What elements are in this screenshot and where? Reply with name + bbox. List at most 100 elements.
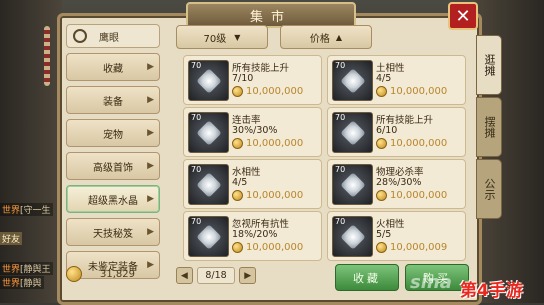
item-name: 物理必杀率 [376,167,424,178]
close-icon: ✕ [455,5,471,27]
sina-watermark: sina [410,272,452,293]
gem-icon [340,224,366,250]
coin-icon [232,86,243,97]
gem-icon [340,172,366,198]
crystal-icon: 70 [332,164,373,205]
sort-arrow-icon: ▲ [335,32,343,42]
chevron-right-icon: ▶ [147,95,154,105]
right-tab-bar: 逛摊 摆摊 公示 [476,35,502,221]
item-name: 火相性 [376,219,405,230]
item-price: 10,000,000 [232,190,303,201]
coin-icon [232,242,243,253]
crystal-icon: 70 [332,112,373,153]
coin-icon [376,138,387,149]
dropdown-arrow-icon: ▼ [234,32,241,42]
listing-card[interactable]: 70 所有技能上升 7/10 10,000,000 [183,55,322,105]
next-page-button[interactable]: ▶ [239,267,256,284]
listing-card[interactable]: 70 水相性 4/5 10,000,000 [183,159,322,209]
item-value: 6/10 [376,125,398,136]
category-super-black-crystal[interactable]: 超级黑水晶 ▶ [66,185,160,213]
item-level: 70 [335,217,346,226]
chat-channel-tag: 世界 [2,279,21,289]
chat-line[interactable]: 世界[守一生 [0,203,53,216]
coin-icon [232,138,243,149]
coin-icon [232,190,243,201]
chat-line[interactable]: 世界[静舆 [0,276,44,289]
gem-icon [196,172,222,198]
favorite-button[interactable]: 收藏 [335,264,399,291]
category-equipment[interactable]: 装备 ▶ [66,86,160,114]
listing-card[interactable]: 70 土相性 4/5 10,000,000 [327,55,466,105]
tab-announcements[interactable]: 公示 [476,159,502,219]
friends-button[interactable]: 好友 [0,232,23,245]
chat-line[interactable]: 世界[静舆王 [0,262,53,275]
prev-page-button[interactable]: ◀ [176,267,193,284]
category-label: 超级黑水晶 [88,195,138,207]
item-level: 70 [335,165,346,174]
item-value: 4/5 [232,177,248,188]
left-scenery [0,0,62,303]
money-display: 31,829 [66,265,160,283]
eagle-eye-search-button[interactable]: 鹰眼 [66,24,160,48]
listing-card[interactable]: 70 物理必杀率 28%/30% 10,000,000 [327,159,466,209]
category-favorites[interactable]: 收藏 ▶ [66,53,160,81]
item-price: 10,000,009 [376,242,447,253]
item-name: 土相性 [376,63,405,74]
tab-browse-stalls[interactable]: 逛摊 [476,35,502,95]
item-price: 10,000,000 [376,138,447,149]
item-level: 70 [191,61,202,70]
coin-icon [66,266,82,282]
price-text: 10,000,009 [390,242,448,253]
chevron-right-icon: ▶ [147,194,154,204]
gem-icon [340,68,366,94]
item-level: 70 [335,61,346,70]
chevron-right-icon: ▶ [147,128,154,138]
price-text: 10,000,000 [390,86,448,97]
tab-set-up-stall[interactable]: 摆摊 [476,97,502,157]
price-text: 10,000,000 [390,190,448,201]
listing-card[interactable]: 70 火相性 5/5 10,000,009 [327,211,466,261]
gem-icon [196,120,222,146]
category-label: 收藏 [103,63,123,75]
price-text: 10,000,000 [390,138,448,149]
item-name: 忽视所有抗性 [232,219,290,230]
brand-watermark: 第4手游 [460,281,523,301]
price-text: 10,000,000 [246,190,304,201]
item-value: 28%/30% [376,177,422,188]
chevron-right-icon: ▶ [147,161,154,171]
category-label: 高级首饰 [93,162,133,174]
listing-card[interactable]: 70 忽视所有抗性 18%/20% 10,000,000 [183,211,322,261]
price-text: 10,000,000 [246,138,304,149]
price-sort-button[interactable]: 价格 ▲ [280,25,372,49]
category-skill-manuals[interactable]: 天技秘笈 ▶ [66,218,160,246]
chat-text: [静舆 [20,279,42,289]
item-value: 18%/20% [232,229,278,240]
price-text: 10,000,000 [246,242,304,253]
level-filter-dropdown[interactable]: 70级 ▼ [176,25,268,49]
item-value: 5/5 [376,229,392,240]
close-button[interactable]: ✕ [448,2,478,30]
category-label: 宠物 [103,129,123,141]
chat-text: [守一生 [20,206,51,216]
chat-channel-tag: 世界 [2,265,21,275]
item-value: 30%/30% [232,125,278,136]
listing-card[interactable]: 70 所有技能上升 6/10 10,000,000 [327,107,466,157]
coin-icon [376,242,387,253]
category-pets[interactable]: 宠物 ▶ [66,119,160,147]
search-icon [73,29,87,43]
price-sort-label: 价格 [309,33,330,45]
pagination: ◀ 8/18 ▶ [176,267,256,284]
category-advanced-jewelry[interactable]: 高级首饰 ▶ [66,152,160,180]
gem-icon [340,120,366,146]
item-level: 70 [191,113,202,122]
chevron-right-icon: ▶ [147,62,154,72]
item-price: 10,000,000 [232,138,303,149]
item-level: 70 [335,113,346,122]
coin-icon [376,190,387,201]
tassel-ornament [44,26,50,86]
listing-card[interactable]: 70 连击率 30%/30% 10,000,000 [183,107,322,157]
level-filter-value: 70级 [203,33,227,45]
item-name: 所有技能上升 [232,63,290,74]
item-name: 所有技能上升 [376,115,434,126]
chat-text: [静舆王 [20,265,51,275]
